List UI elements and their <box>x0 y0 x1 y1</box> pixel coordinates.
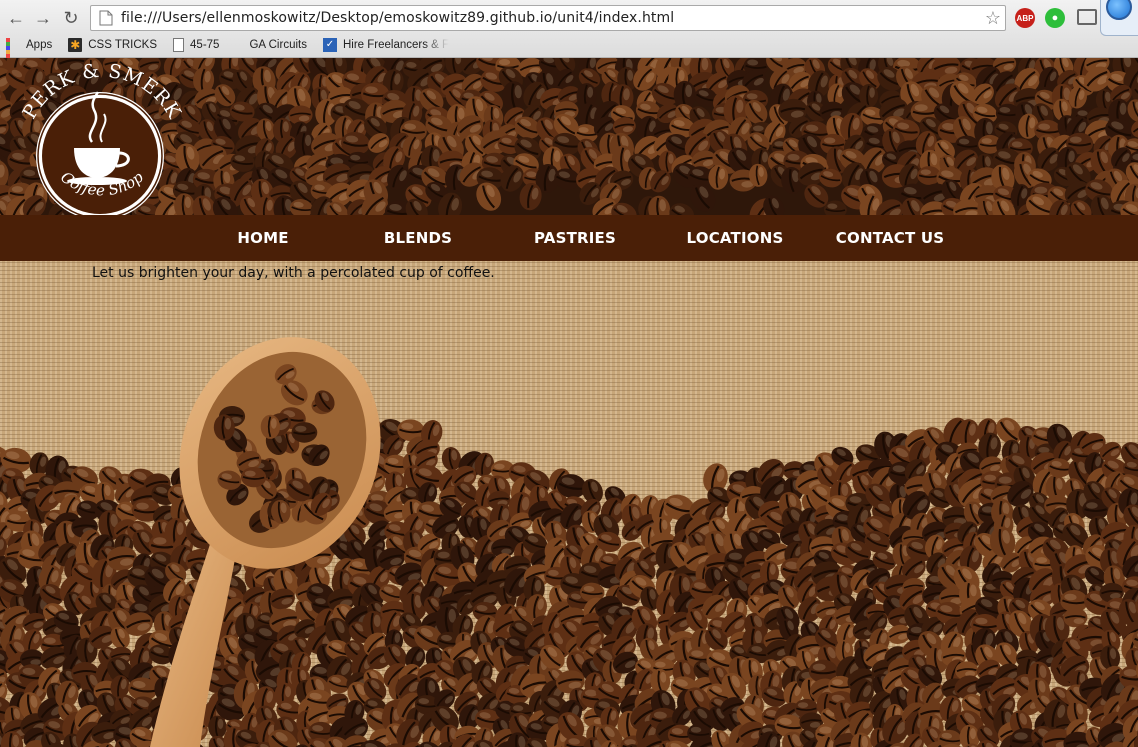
browser-toolbar: ← → ↻ file:///Users/ellenmoskowitz/Deskt… <box>0 0 1138 74</box>
css-tricks-icon: ✱ <box>68 38 83 52</box>
back-arrow-icon[interactable]: ← <box>5 7 27 29</box>
bookmark-label: CSS TRICKS <box>88 39 158 51</box>
blank-icon <box>235 38 243 52</box>
bookmark-hire-freelancers[interactable]: ✓ Hire Freelancers & F <box>322 38 450 52</box>
nav-contact-us[interactable]: CONTACT US <box>826 215 954 261</box>
address-bar[interactable]: file:///Users/ellenmoskowitz/Desktop/emo… <box>90 5 1006 31</box>
profile-avatar-icon[interactable] <box>1106 0 1132 20</box>
freelancer-icon: ✓ <box>322 38 337 52</box>
bookmark-45-75[interactable]: 45-75 <box>173 38 219 52</box>
nav-blends[interactable]: BLENDS <box>370 215 466 261</box>
profile-tab[interactable] <box>1100 0 1138 36</box>
document-icon <box>173 38 185 52</box>
bookmarks-bar: Apps ✱ CSS TRICKS 45-75 GA Circuits ✓ Hi… <box>0 34 459 74</box>
bookmark-label: GA Circuits <box>249 39 307 51</box>
bookmark-label: 45-75 <box>190 39 220 51</box>
bookmark-label: Hire Freelancers & F <box>342 39 450 51</box>
web-page: PERK & SMERK Coffee Shop HOME BLENDS PAS… <box>0 58 1138 747</box>
url-text[interactable]: file:///Users/ellenmoskowitz/Desktop/emo… <box>121 10 674 26</box>
bookmark-label: Apps <box>26 39 53 51</box>
nav-home[interactable]: HOME <box>215 215 311 261</box>
bookmark-star-icon[interactable]: ☆ <box>985 8 1001 29</box>
page-icon <box>99 10 113 26</box>
nav-locations[interactable]: LOCATIONS <box>674 215 796 261</box>
main-nav: HOME BLENDS PASTRIES LOCATIONS CONTACT U… <box>0 215 1138 261</box>
evernote-icon[interactable]: ● <box>1045 8 1065 28</box>
forward-arrow-icon[interactable]: → <box>32 7 54 29</box>
cast-icon[interactable] <box>1077 9 1097 25</box>
apps-grid-icon <box>6 38 20 74</box>
bookmark-ga-circuits[interactable]: GA Circuits <box>235 38 307 52</box>
tagline: Let us brighten your day, with a percola… <box>92 265 495 281</box>
bookmark-apps[interactable]: Apps <box>6 38 53 74</box>
bookmark-css-tricks[interactable]: ✱ CSS TRICKS <box>68 38 157 52</box>
reload-icon[interactable]: ↻ <box>60 7 82 29</box>
adblock-plus-icon[interactable]: ABP <box>1015 8 1035 28</box>
nav-pastries[interactable]: PASTRIES <box>520 215 630 261</box>
perk-smerk-logo[interactable]: PERK & SMERK Coffee Shop <box>12 58 194 216</box>
